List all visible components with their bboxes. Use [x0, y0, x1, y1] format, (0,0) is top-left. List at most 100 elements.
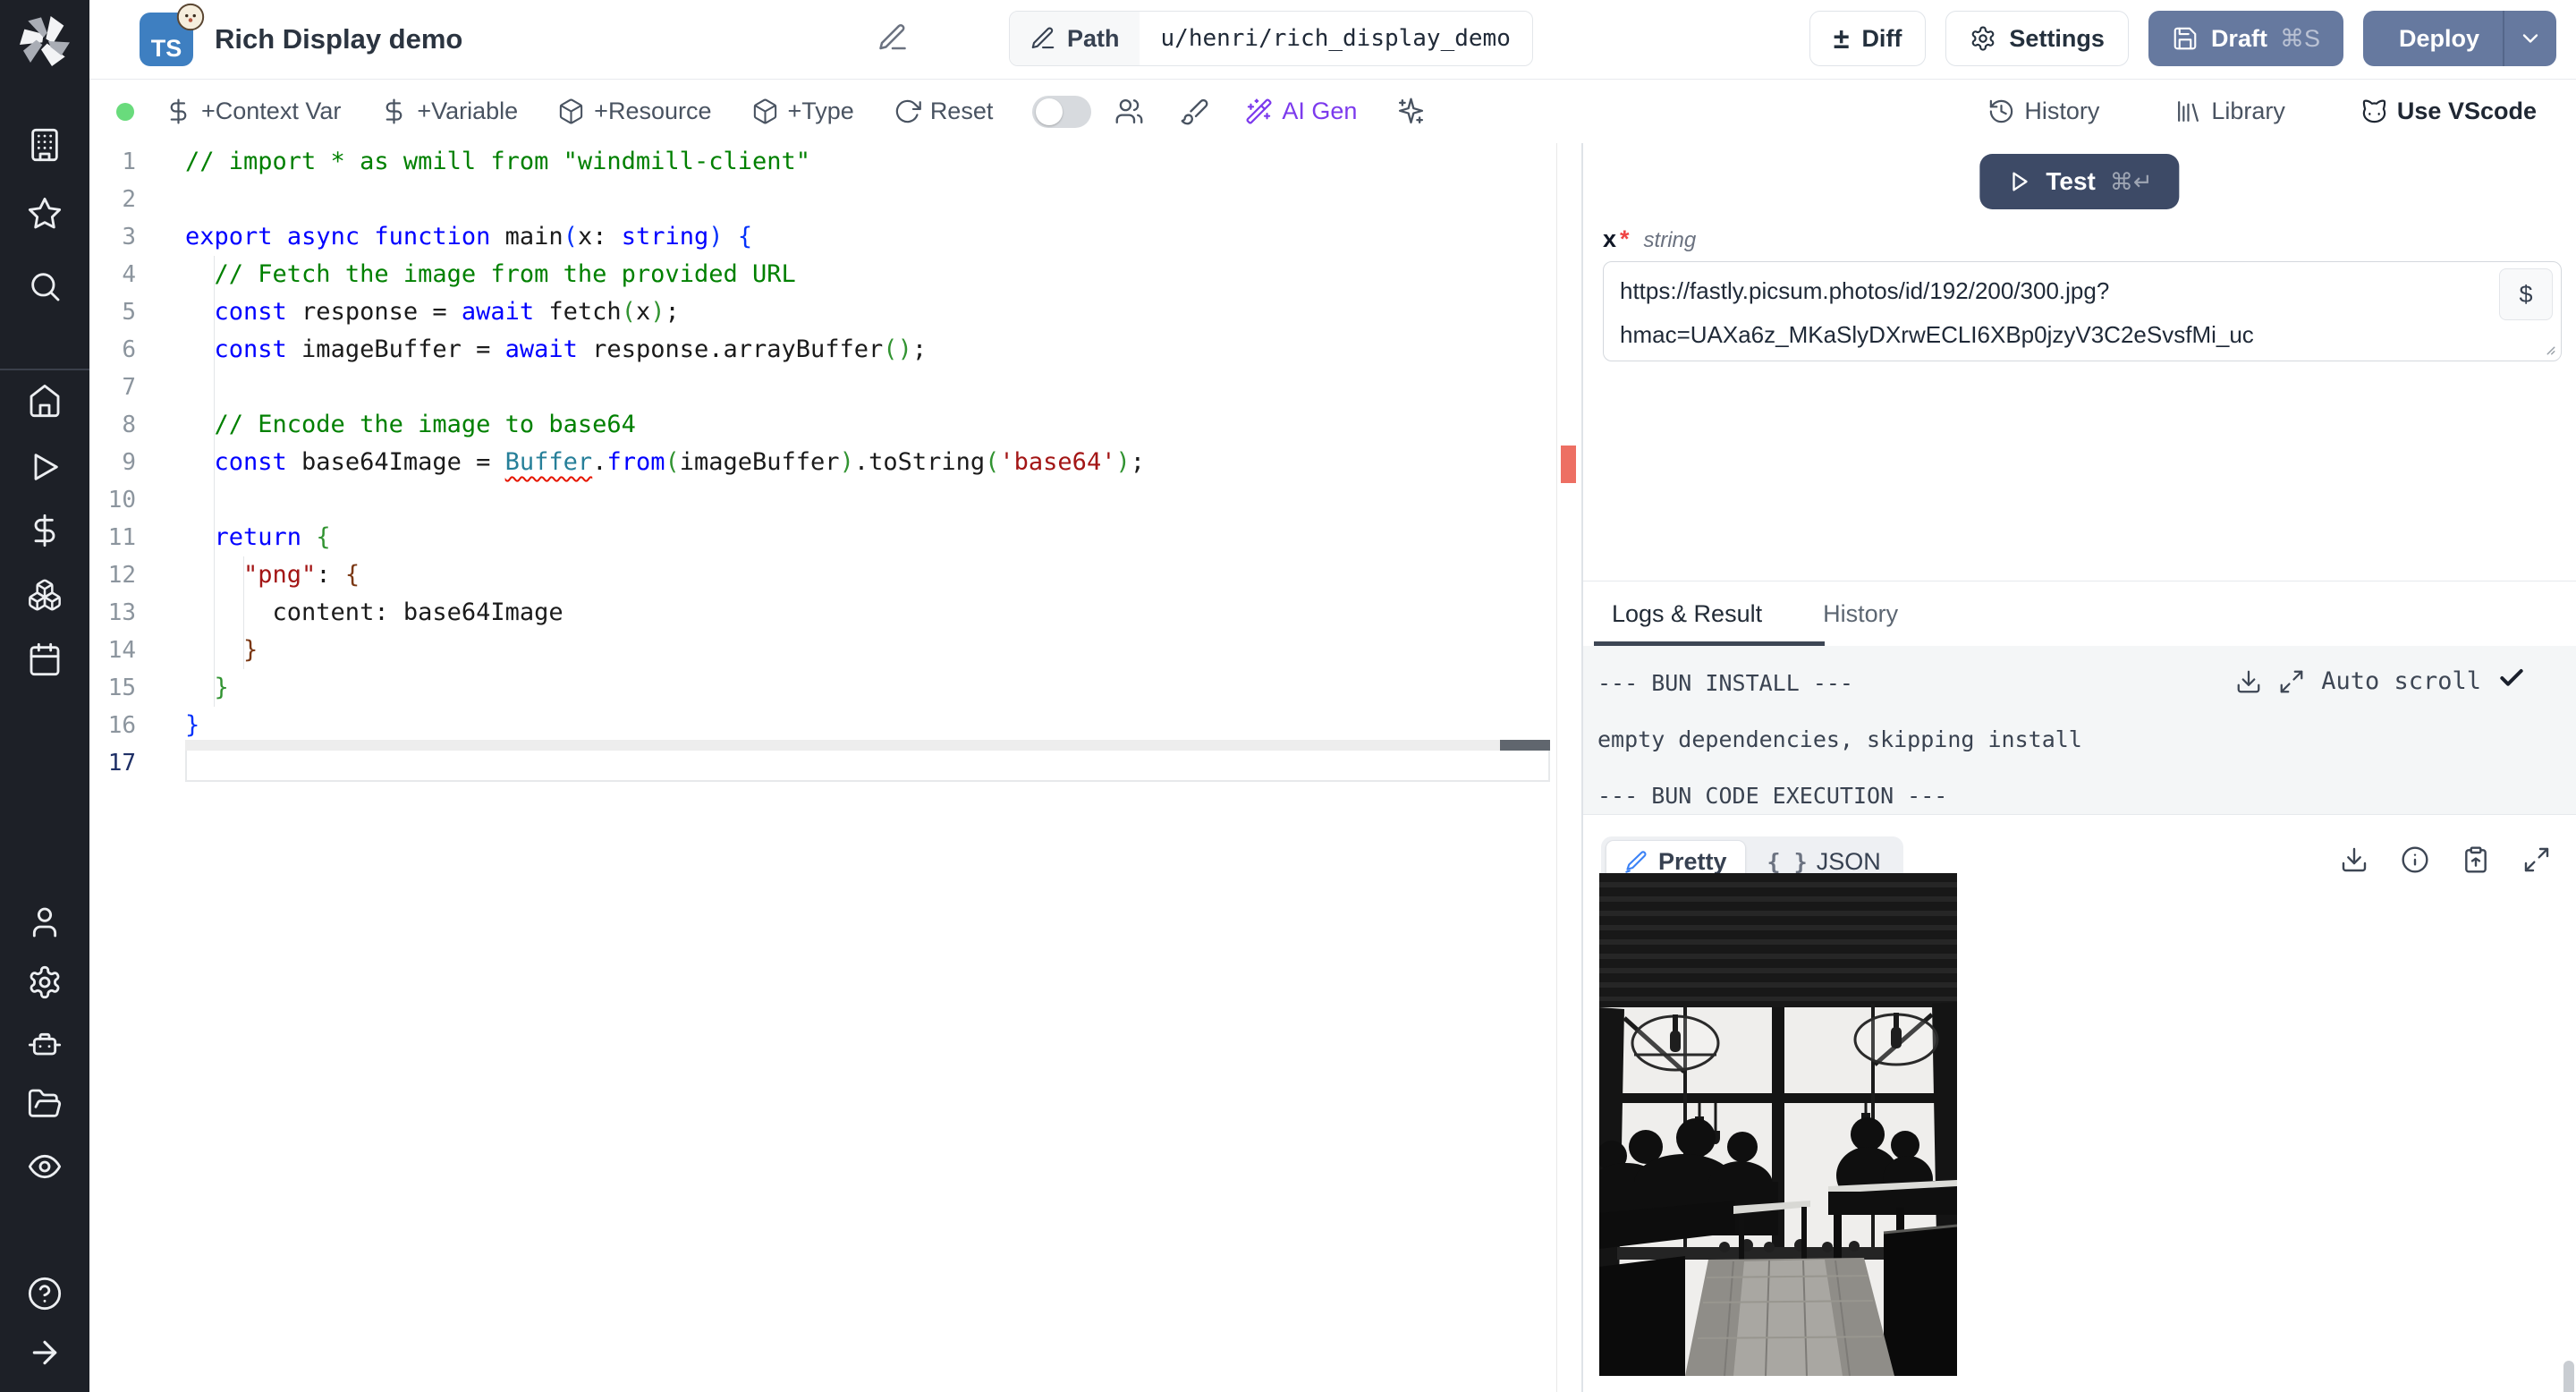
settings-button[interactable]: Settings [1945, 11, 2129, 66]
code-editor[interactable]: 1 2 3 4 5 6 7 8 9 10 11 12 13 14 15 16 17 // import * as… [89, 143, 1581, 1392]
use-vscode-button[interactable]: Use VScode [2360, 98, 2537, 125]
library-icon [2178, 101, 2199, 122]
draft-button[interactable]: Draft ⌘S [2148, 11, 2343, 66]
help-icon[interactable] [25, 1274, 64, 1313]
user-icon[interactable] [25, 903, 64, 942]
code-line[interactable] [185, 481, 1550, 519]
line-number: 11 [107, 524, 136, 551]
add-variable-button[interactable]: +Variable [380, 98, 518, 125]
horizontal-scrollbar-thumb[interactable] [1500, 740, 1550, 751]
diff-mode-toggle[interactable] [1032, 95, 1092, 128]
code-line[interactable]: const imageBuffer = await response.array… [185, 331, 1550, 369]
settings-gear-icon[interactable] [25, 963, 64, 1002]
code-line[interactable]: return { [185, 519, 1550, 556]
diff-button[interactable]: ± Diff [1809, 11, 1927, 66]
search-icon[interactable] [25, 267, 64, 306]
add-context-var-button[interactable]: +Context Var [165, 98, 341, 125]
path-value[interactable]: u/henri/rich_display_demo [1140, 12, 1532, 65]
line-number: 4 [122, 261, 136, 288]
variables-dollar-icon[interactable] [25, 511, 64, 550]
code-line[interactable]: // Fetch the image from the provided URL [185, 256, 1550, 293]
status-dot [116, 102, 134, 121]
code-line[interactable]: } [185, 632, 1550, 669]
schedules-calendar-icon[interactable] [25, 640, 64, 679]
code-line[interactable]: // Encode the image to base64 [185, 406, 1550, 444]
code-line[interactable]: // import * as wmill from "windmill-clie… [185, 143, 1550, 181]
info-icon[interactable] [2401, 845, 2429, 874]
insert-variable-button[interactable]: $ [2499, 268, 2553, 320]
line-number: 8 [122, 412, 136, 438]
path-button[interactable]: Path [1010, 12, 1140, 65]
reset-button[interactable]: Reset [894, 98, 993, 125]
favorites-star-icon[interactable] [25, 194, 64, 233]
line-number: 2 [122, 186, 136, 213]
format-brush-icon[interactable] [1180, 97, 1209, 126]
result-scrollbar[interactable] [2563, 1361, 2574, 1392]
expand-logs-icon[interactable] [2278, 668, 2305, 695]
test-button[interactable]: Test ⌘↵ [1979, 154, 2180, 209]
argument-type: string [1643, 228, 1697, 252]
expand-result-icon[interactable] [2522, 845, 2551, 874]
line-number: 15 [107, 675, 136, 701]
line-number: 16 [107, 712, 136, 739]
add-resource-button[interactable]: +Resource [557, 98, 712, 125]
required-mark: * [1620, 225, 1630, 252]
resources-cubes-icon[interactable] [25, 575, 64, 615]
history-button[interactable]: History [1987, 98, 2099, 125]
line-number: 10 [107, 487, 136, 514]
copy-clipboard-icon[interactable] [2462, 845, 2490, 874]
code-line[interactable]: "png": { [185, 556, 1550, 594]
workspace-icon[interactable] [25, 125, 64, 165]
package-icon [560, 98, 583, 124]
code-line[interactable]: } [185, 669, 1550, 707]
workers-robot-icon[interactable] [25, 1025, 64, 1065]
library-button[interactable]: Library [2174, 98, 2285, 125]
argument-x-input[interactable] [1603, 261, 2562, 361]
add-type-button[interactable]: +Type [751, 98, 854, 125]
path-editor[interactable]: Path u/henri/rich_display_demo [1009, 11, 1533, 66]
code-line[interactable] [185, 369, 1550, 406]
code-line[interactable]: } [185, 707, 1550, 744]
audit-logs-eye-icon[interactable] [25, 1147, 64, 1186]
home-icon[interactable] [25, 381, 64, 420]
resize-handle-icon[interactable] [2540, 340, 2556, 356]
multiplayer-users-icon[interactable] [1114, 97, 1144, 126]
code-line[interactable] [185, 181, 1550, 218]
expand-sidebar-arrow-icon[interactable] [25, 1333, 64, 1372]
sparkles-icon[interactable] [1396, 97, 1426, 126]
line-number: 12 [107, 562, 136, 589]
windmill-logo-icon[interactable] [16, 13, 73, 70]
deploy-button[interactable]: Deploy [2362, 11, 2503, 66]
auto-scroll-checkbox[interactable] [2497, 664, 2526, 699]
tab-history[interactable]: History [1814, 581, 1907, 647]
script-emoji-icon [175, 2, 206, 32]
error-marker [1561, 446, 1576, 483]
tab-logs-result[interactable]: Logs & Result [1593, 581, 1826, 647]
edit-summary-pencil-icon[interactable] [877, 21, 912, 57]
code-line[interactable]: content: base64Image [185, 594, 1550, 632]
save-icon [2174, 27, 2197, 50]
horizontal-scrollbar[interactable] [185, 740, 1550, 751]
download-result-icon[interactable] [2340, 845, 2368, 874]
argument-name: x [1603, 225, 1617, 252]
line-number: 6 [122, 336, 136, 363]
minimap-overview-ruler[interactable] [1556, 143, 1581, 1392]
play-icon [2012, 172, 2028, 191]
folders-icon[interactable] [25, 1084, 64, 1124]
ai-gen-button[interactable]: AI Gen [1245, 98, 1357, 125]
plus-minus-icon: ± [1833, 22, 1850, 55]
code-line[interactable]: const response = await fetch(x); [185, 293, 1550, 331]
braces-icon: { } [1767, 848, 1808, 875]
log-lines: --- BUN INSTALL --- empty dependencies, s… [1597, 655, 2290, 814]
deploy-options-caret[interactable] [2503, 11, 2556, 66]
code-line[interactable]: export async function main(x: string) { [185, 218, 1550, 256]
log-output: --- BUN INSTALL --- empty dependencies, s… [1583, 646, 2576, 814]
runs-play-icon[interactable] [25, 447, 64, 487]
result-image [1589, 873, 1958, 1377]
download-logs-icon[interactable] [2235, 668, 2262, 695]
log-line: empty dependencies, skipping install [1597, 726, 2082, 752]
code-line[interactable]: const base64Image = Buffer.from(imageBuf… [185, 444, 1550, 481]
sidebar-divider [0, 369, 89, 370]
code-lines[interactable]: // import * as wmill from "windmill-clie… [185, 143, 1550, 782]
windmill-script-editor: TS Rich Display demo Path u/henri/rich_d… [0, 0, 2576, 1392]
